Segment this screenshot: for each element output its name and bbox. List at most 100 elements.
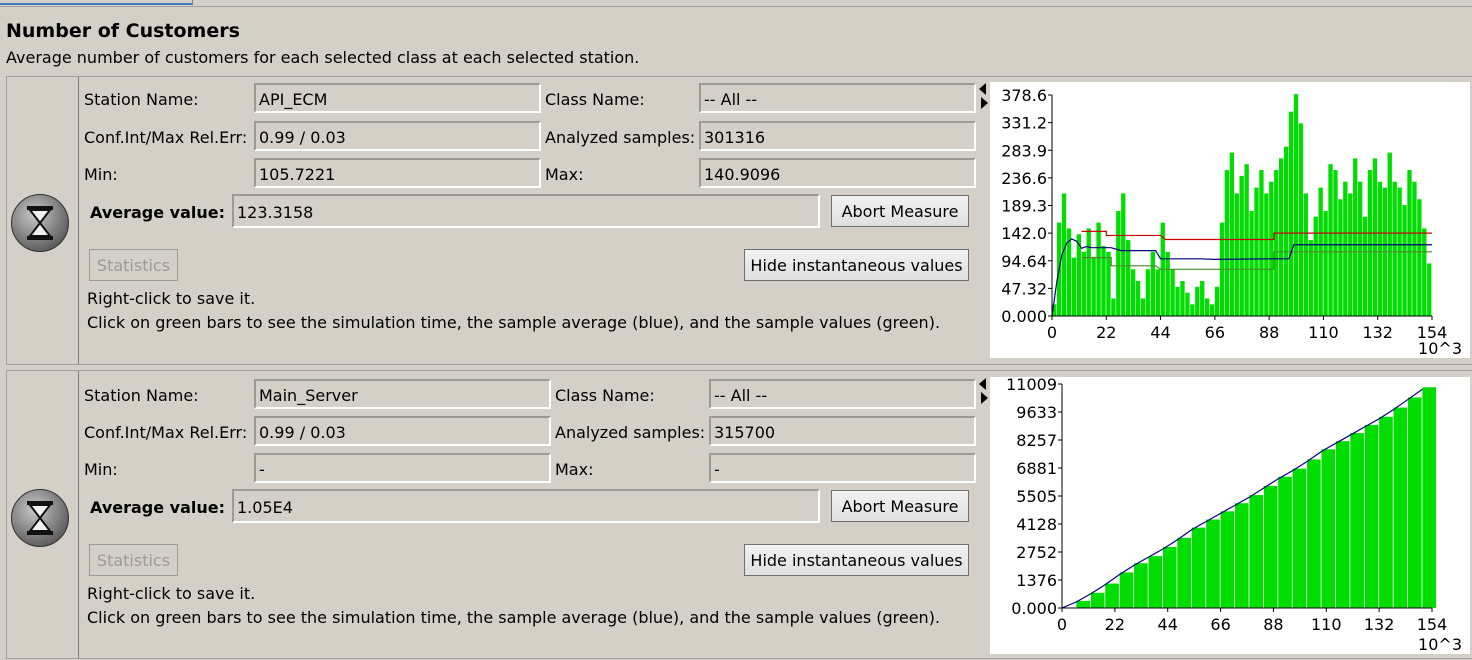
chart-bar xyxy=(1321,449,1336,608)
chart-bar xyxy=(1135,280,1141,316)
chart-bar xyxy=(1393,407,1408,608)
save-hint: Right-click to save it. xyxy=(87,289,256,308)
measure-icon-column xyxy=(7,77,79,364)
top-tab-strip xyxy=(0,0,1472,7)
chart-1-svg[interactable]: 0.000 47.32 94.64 142.0 189.3 236.6 283.9 331.2… xyxy=(990,82,1470,358)
chart-x-tick-label: 110 xyxy=(1308,323,1339,342)
chart-bar xyxy=(1264,193,1269,316)
chart-bar xyxy=(1101,245,1106,316)
chart-x-tick-label: 132 xyxy=(1364,615,1395,634)
chart-bar xyxy=(1364,424,1379,608)
chart-bar xyxy=(1220,511,1235,608)
statistics-button[interactable]: Statistics xyxy=(89,544,178,576)
chart-bar xyxy=(1170,269,1175,316)
hourglass-icon xyxy=(11,194,69,252)
chart-2[interactable]: 0.000 1376 2752 4128 5505 6881 8257 9633 11009 0 2… xyxy=(990,375,1470,654)
chart-bar xyxy=(1091,257,1096,316)
chart-bar xyxy=(1417,199,1422,316)
chart-bar xyxy=(1076,600,1091,608)
chart-bar xyxy=(1229,152,1234,316)
average-value-label: Average value: xyxy=(90,498,226,517)
save-hint: Right-click to save it. xyxy=(87,584,256,603)
chart-x-tick-label: 110 xyxy=(1311,615,1342,634)
chart-bar xyxy=(1177,537,1191,608)
chart-y-tick-label: 0.000 xyxy=(1001,307,1047,326)
chart-y-tick-label: 142.0 xyxy=(1001,224,1047,243)
chart-bar xyxy=(1204,298,1210,316)
chart-bar xyxy=(1372,158,1378,316)
abort-measure-button[interactable]: Abort Measure xyxy=(831,195,969,227)
conf-int-label: Conf.Int/Max Rel.Err: xyxy=(84,423,248,442)
chart-bar xyxy=(1259,170,1264,316)
chart-x-tick-label: 0 xyxy=(1047,323,1057,342)
min-field: 105.7221 xyxy=(254,158,541,188)
abort-measure-button[interactable]: Abort Measure xyxy=(831,490,969,522)
chart-y-tick-label: 283.9 xyxy=(1001,141,1047,160)
chart-bar xyxy=(1175,286,1180,316)
chart-y-tick-label: 378.6 xyxy=(1001,86,1047,105)
chart-bar xyxy=(1145,269,1151,316)
chart-bar xyxy=(1279,158,1284,316)
measure-panel-1: Station Name: API_ECM Class Name: -- All… xyxy=(6,76,1472,365)
chart-bar xyxy=(1350,433,1364,608)
active-tab[interactable] xyxy=(0,0,193,5)
max-label: Max: xyxy=(555,460,594,479)
chart-bar xyxy=(1338,199,1343,316)
chart-bar xyxy=(1224,170,1230,316)
chart-bar xyxy=(1155,269,1160,316)
chart-bar xyxy=(1269,181,1274,316)
chart-bar xyxy=(1148,556,1163,608)
chart-bar xyxy=(1140,298,1146,316)
chart-bar xyxy=(1427,263,1432,316)
min-label: Min: xyxy=(84,460,118,479)
collapse-left-arrow[interactable] xyxy=(979,83,986,95)
chart-bar xyxy=(1353,158,1358,316)
chart-bar xyxy=(1111,298,1116,316)
page-title: Number of Customers xyxy=(6,20,240,42)
chart-bar xyxy=(1191,527,1206,608)
chart-bar xyxy=(1254,187,1259,316)
analyzed-samples-field: 301316 xyxy=(699,121,976,151)
chart-bar xyxy=(1119,572,1134,608)
collapse-left-arrow[interactable] xyxy=(979,378,986,390)
chart-y-tick-label: 236.6 xyxy=(1001,169,1047,188)
chart-bar xyxy=(1180,280,1185,316)
chart-bar xyxy=(1407,170,1412,316)
conf-int-label: Conf.Int/Max Rel.Err: xyxy=(84,128,248,147)
chart-x-tick-label: 88 xyxy=(1259,323,1279,342)
chart-bar xyxy=(1293,94,1299,317)
chart-bar xyxy=(1071,257,1077,316)
chart-bar xyxy=(1096,222,1101,316)
chart-bar xyxy=(1195,286,1200,316)
chart-bar xyxy=(1214,286,1220,316)
hide-instantaneous-button[interactable]: Hide instantaneous values xyxy=(744,544,969,576)
expand-right-arrow[interactable] xyxy=(981,392,988,404)
expand-right-arrow[interactable] xyxy=(981,97,988,109)
chart-2-svg[interactable]: 0.000 1376 2752 4128 5505 6881 8257 9633 11009 0 2… xyxy=(990,375,1470,654)
chart-bar xyxy=(1377,181,1383,316)
chart-bar xyxy=(1412,181,1417,316)
chart-1[interactable]: 0.000 47.32 94.64 142.0 189.3 236.6 283.9 331.2… xyxy=(990,82,1470,358)
statistics-button[interactable]: Statistics xyxy=(89,249,178,281)
chart-bar xyxy=(1407,397,1422,608)
chart-bar xyxy=(1086,228,1091,316)
class-name-field: -- All -- xyxy=(699,83,976,113)
chart-y-tick-label: 0.000 xyxy=(1011,599,1057,618)
chart-bar xyxy=(1206,519,1220,608)
chart-bar xyxy=(1333,170,1338,316)
chart-y-tick-label: 47.32 xyxy=(1001,279,1047,298)
chart-bar xyxy=(1292,468,1307,608)
max-label: Max: xyxy=(545,165,584,184)
average-value-field: 1.05E4 xyxy=(232,489,820,523)
chart-x-tick-label: 22 xyxy=(1096,323,1116,342)
chart-bar xyxy=(1298,123,1304,316)
chart-bar xyxy=(1288,111,1294,316)
hide-instantaneous-button[interactable]: Hide instantaneous values xyxy=(744,249,969,281)
chart-y-tick-label: 189.3 xyxy=(1001,197,1047,216)
max-field: 140.9096 xyxy=(699,158,976,188)
class-name-label: Class Name: xyxy=(555,386,655,405)
chart-bar xyxy=(1116,210,1121,316)
analyzed-samples-label: Analyzed samples: xyxy=(555,423,706,442)
station-name-label: Station Name: xyxy=(84,386,199,405)
chart-x-unit-label: 10^3 xyxy=(1418,339,1462,358)
